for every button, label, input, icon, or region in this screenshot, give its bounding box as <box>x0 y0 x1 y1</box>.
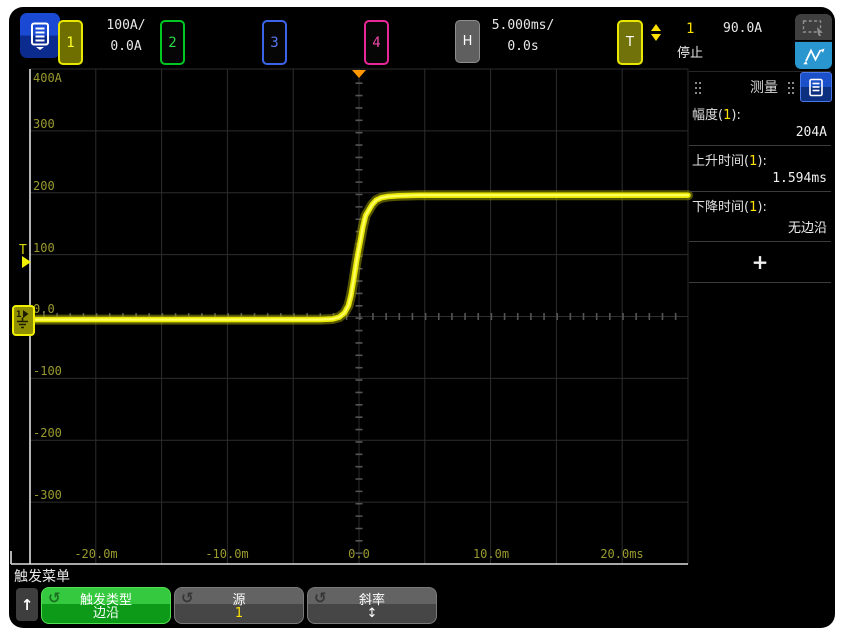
y-axis-label: -100 <box>33 364 62 378</box>
measurement-value: 1.594ms <box>689 170 831 190</box>
drag-grip-icon[interactable] <box>695 82 697 84</box>
timebase-readout[interactable]: 5.000ms/ <box>482 18 564 33</box>
measurement-menu-button[interactable] <box>800 72 832 102</box>
channel-1-button[interactable]: 1 <box>58 20 83 65</box>
x-axis-label: -20.0m <box>62 547 130 561</box>
y-axis-label: 200 <box>33 179 55 193</box>
up-triangle-icon <box>651 24 661 31</box>
y-axis-label: -300 <box>33 488 62 502</box>
measurement-value: 无边沿 <box>689 216 831 240</box>
measurement-label: 幅度(1): <box>689 101 831 124</box>
softkey-trigger-source[interactable]: ↺ 源 1 <box>174 587 304 624</box>
channel-2-button[interactable]: 2 <box>160 20 185 65</box>
main-menu-button[interactable] <box>20 13 60 58</box>
y-axis-label: -200 <box>33 426 62 440</box>
softkey-menu-title: 触发菜单 <box>14 566 70 586</box>
ch1-offset-readout[interactable]: 0.0A <box>94 39 158 54</box>
divider <box>689 282 831 283</box>
run-state-label: 停止 <box>667 42 713 61</box>
horizontal-badge[interactable]: H <box>455 20 480 63</box>
svg-text:1: 1 <box>16 310 21 320</box>
ch1-ground-icon: 1 <box>14 307 31 331</box>
softkey-trigger-type[interactable]: ↺ 触发类型 边沿 <box>41 587 171 624</box>
x-axis-label: 20.0ms <box>588 547 656 561</box>
trigger-level-arrow[interactable] <box>22 256 31 268</box>
measurement-label: 上升时间(1): <box>689 147 831 170</box>
oscilloscope-screen: { "top_bar": { "channels": [ {"id": "1",… <box>0 0 842 637</box>
y-axis-label: 400A <box>33 71 62 85</box>
divider <box>689 145 831 146</box>
y-axis-label: 0.0 <box>33 302 55 316</box>
trigger-badge[interactable]: T <box>617 20 643 65</box>
ch1-scale-readout[interactable]: 100A/ <box>94 18 158 33</box>
y-axis-label: 300 <box>33 117 55 131</box>
channel-3-button[interactable]: 3 <box>262 20 287 65</box>
measurement-panel: 幅度(1): 204A 上升时间(1): 1.594ms 下降时间(1): 无边… <box>689 101 831 284</box>
hamburger-menu-icon <box>29 22 51 50</box>
down-triangle-icon <box>651 34 661 41</box>
x-axis-label: 10.0m <box>457 547 525 561</box>
measurement-panel-title: 测量 <box>714 77 814 97</box>
softkey-value: ↕ <box>308 606 436 621</box>
softkey-trigger-slope[interactable]: ↺ 斜率 ↕ <box>307 587 437 624</box>
x-axis-label: 0.0 <box>325 547 393 561</box>
trigger-source-readout: 1 <box>686 21 694 37</box>
drag-grip-icon[interactable] <box>788 82 790 84</box>
hamburger-menu-icon <box>808 78 824 97</box>
touch-drag-mode-button[interactable] <box>795 41 832 69</box>
divider <box>689 191 831 192</box>
trigger-slope-icon <box>651 24 661 41</box>
x-axis-label: -10.0m <box>193 547 261 561</box>
y-axis-label: 100 <box>33 241 55 255</box>
measurement-value: 204A <box>689 124 831 144</box>
channel-4-button[interactable]: 4 <box>364 20 389 65</box>
softkey-value: 边沿 <box>42 602 170 621</box>
divider <box>689 241 831 242</box>
ch1-ground-marker[interactable]: 1 <box>12 305 35 336</box>
measurement-label: 下降时间(1): <box>689 193 831 216</box>
trigger-level-readout: 90.0A <box>723 21 762 36</box>
zoom-select-button[interactable] <box>795 14 832 40</box>
add-measurement-button[interactable]: + <box>689 243 831 281</box>
waveform-drag-icon <box>801 45 827 66</box>
softkey-value: 1 <box>175 606 303 621</box>
menu-back-button[interactable]: ↑ <box>16 588 38 621</box>
dashed-rect-select-icon <box>801 18 827 37</box>
delay-readout[interactable]: 0.0s <box>482 39 564 54</box>
